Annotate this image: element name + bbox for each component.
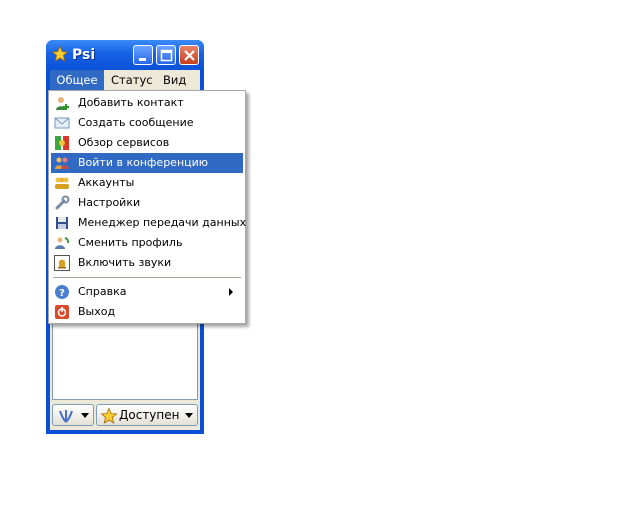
menu-item-label: Войти в конференцию [78,156,209,169]
options-dropdown[interactable] [52,404,94,426]
maximize-button[interactable] [156,45,176,65]
wrench-icon [55,195,70,210]
bottom-toolbar: Доступен [52,404,198,426]
add-contact-icon [56,97,69,110]
menu-item-new-message[interactable]: Создать сообщение [51,113,243,133]
menu-item-service-discovery[interactable]: Обзор сервисов [51,133,243,153]
menu-item-label: Сменить профиль [78,236,183,249]
menu-bar: Общее Статус Вид [50,70,200,90]
menu-item-label: Справка [78,285,127,298]
window-title: Psi [72,47,96,63]
close-button[interactable] [179,45,199,65]
menu-item-label: Добавить контакт [78,96,184,109]
menu-item-label: Обзор сервисов [78,136,170,149]
menu-item-label: Создать сообщение [78,116,194,129]
menu-item-label: Настройки [78,196,141,209]
floppy-icon [56,217,68,229]
menu-item-change-profile[interactable]: Сменить профиль [51,233,243,253]
menu-item-accounts[interactable]: Аккаунты [51,173,243,193]
menu-item-label: Выход [78,305,116,318]
minimize-icon [139,58,146,61]
bell-icon [54,255,70,271]
submenu-arrow-icon [229,288,233,296]
conference-icon [55,157,69,169]
psi-star-icon [52,46,68,62]
menu-general[interactable]: Общее [50,70,104,90]
svg-text:?: ? [59,288,65,299]
menu-separator [53,277,241,278]
menu-view[interactable]: Вид [158,70,191,90]
envelope-icon [54,117,70,129]
minimize-button[interactable] [133,45,153,65]
status-selector[interactable]: Доступен [96,404,198,426]
help-icon: ? [55,285,69,299]
psi-logo-icon [59,410,73,423]
menu-item-exit[interactable]: Выход [51,302,243,322]
close-icon [184,50,195,61]
status-star-icon [101,408,117,424]
menu-item-join-conference[interactable]: Войти в конференцию [51,153,243,173]
menu-status[interactable]: Статус [106,70,158,90]
menu-item-label: Менеджер передачи данных [78,216,247,229]
maximize-icon [160,49,173,62]
change-profile-icon [55,237,70,249]
status-label: Доступен [119,408,180,422]
accounts-icon [55,177,69,189]
title-bar[interactable]: Psi [46,40,204,70]
chevron-down-icon [81,413,89,418]
menu-item-enable-sounds[interactable]: Включить звуки [51,253,243,273]
chevron-down-icon [185,413,193,418]
service-discovery-icon [55,136,69,150]
menu-item-label: Аккаунты [78,176,135,189]
menu-item-label: Включить звуки [78,256,172,269]
menu-item-help[interactable]: ? Справка [51,282,243,302]
menu-item-file-transfer-manager[interactable]: Менеджер передачи данных [51,213,247,233]
general-menu: Добавить контакт Создать сообщение Обзор… [48,90,246,324]
power-icon [55,305,69,319]
menu-item-settings[interactable]: Настройки [51,193,243,213]
menu-item-add-contact[interactable]: Добавить контакт [51,93,243,113]
